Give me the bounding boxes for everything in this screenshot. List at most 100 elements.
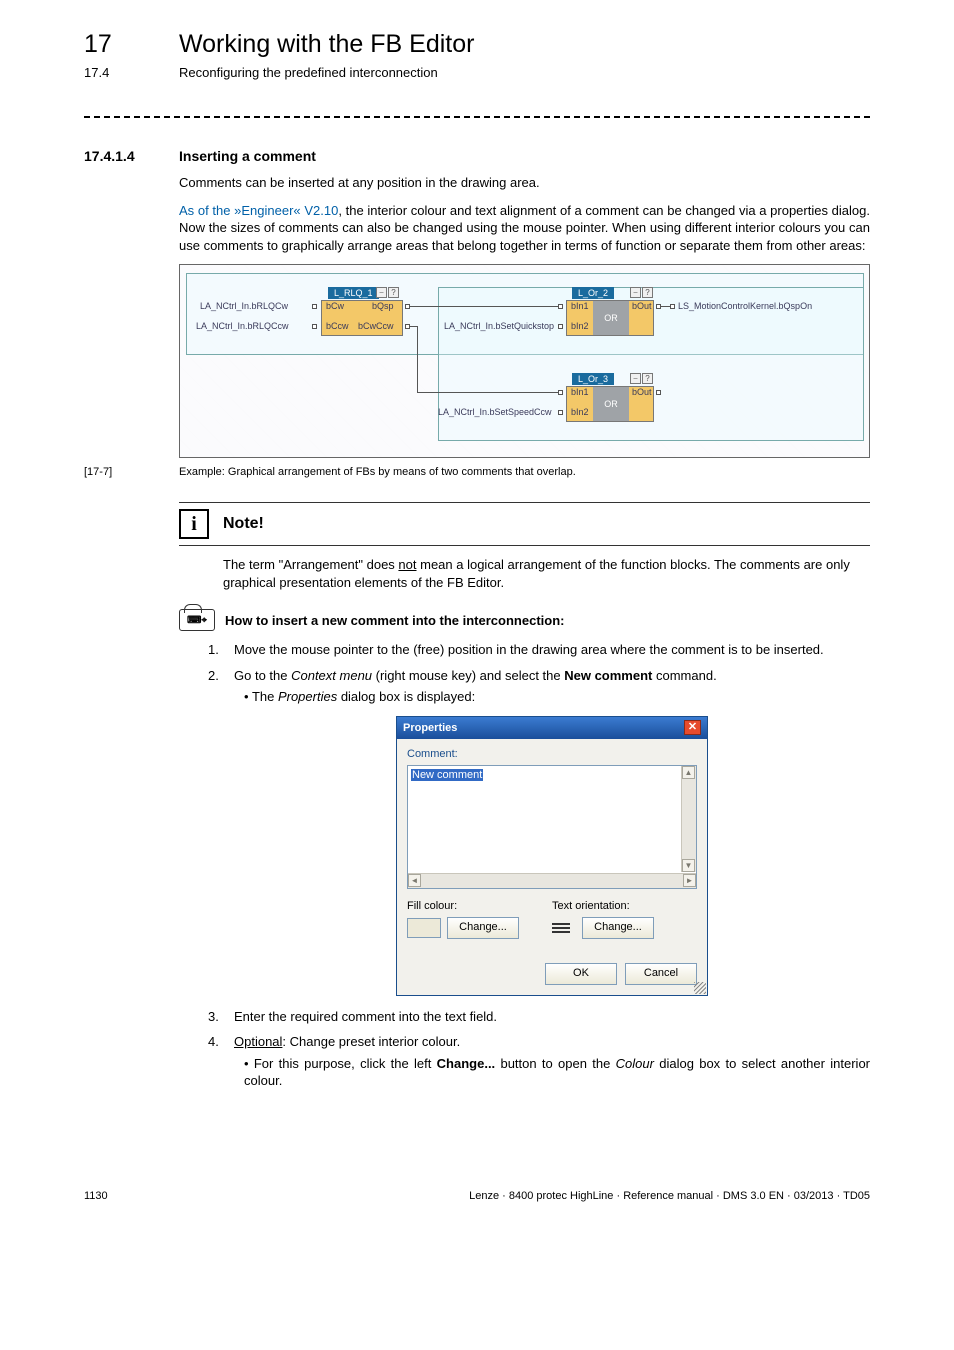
port-label: bCcw	[326, 321, 349, 331]
port-label: bIn1	[571, 301, 589, 311]
or-operator-label: OR	[593, 301, 629, 335]
close-icon[interactable]: ✕	[684, 720, 701, 735]
port-label: bIn2	[571, 407, 589, 417]
section-number: 17.4.1.4	[84, 148, 179, 164]
wire	[417, 392, 558, 393]
change-orientation-button[interactable]: Change...	[582, 917, 654, 939]
version-note: As of the »Engineer« V2.10	[179, 203, 338, 218]
step-text-bold: Change...	[437, 1056, 496, 1071]
fb-or2-icons: ⎯ ?	[630, 287, 666, 300]
step-text-italic: Context menu	[291, 668, 372, 683]
port-label: bIn2	[571, 321, 589, 331]
fb-icon: ⎯	[630, 287, 641, 298]
comment-textarea[interactable]: New comment	[407, 765, 697, 889]
fill-colour-label: Fill colour:	[407, 899, 552, 914]
page-number: 1130	[84, 1190, 108, 1202]
step-3: Enter the required comment into the text…	[234, 1008, 870, 1026]
figure-caption-text: Example: Graphical arrangement of FBs by…	[179, 466, 576, 478]
port-label: bOut	[632, 387, 652, 397]
divider	[84, 116, 870, 118]
textarea-selection: New comment	[411, 769, 483, 781]
step-2-sub: The Properties dialog box is displayed:	[244, 688, 870, 706]
comment-label: Comment:	[407, 747, 697, 762]
step-text-italic: Properties	[278, 689, 337, 704]
subchapter-number: 17.4	[84, 65, 179, 80]
signal-label: LA_NCtrl_In.bRLQCw	[200, 301, 288, 311]
scroll-right-icon[interactable]: ►	[683, 874, 696, 887]
signal-label: LA_NCtrl_In.bRLQCcw	[196, 321, 289, 331]
chapter-number: 17	[84, 30, 179, 59]
wire	[410, 306, 558, 307]
ok-button[interactable]: OK	[545, 963, 617, 985]
wire	[417, 326, 418, 392]
mouse-icon: ⌨⌖	[179, 609, 215, 631]
step-text: button to open the	[495, 1056, 615, 1071]
fb-rlq-icons: ⎯ ?	[376, 287, 412, 300]
step-text: For this purpose, click the left	[254, 1056, 437, 1071]
pin	[558, 324, 563, 329]
pin	[558, 390, 563, 395]
step-2: Go to the Context menu (right mouse key)…	[234, 667, 870, 996]
pin	[656, 390, 661, 395]
step-1: Move the mouse pointer to the (free) pos…	[234, 641, 870, 659]
step-4-sub: For this purpose, click the left Change.…	[244, 1055, 870, 1090]
step-text-italic: Colour	[616, 1056, 654, 1071]
or-operator-label: OR	[593, 387, 629, 421]
note-text: The term "Arrangement" does	[223, 557, 398, 572]
fb-icon: ⎯	[630, 373, 641, 384]
chapter-title: Working with the FB Editor	[179, 30, 474, 59]
step-text: : Change preset interior colour.	[282, 1034, 460, 1049]
fb-icon: ?	[642, 287, 653, 298]
step-text-bold: New comment	[564, 668, 652, 683]
scrollbar-vertical[interactable]: ▲ ▼	[681, 766, 696, 872]
fb-rlq-title: L_RLQ_1	[328, 287, 379, 299]
fb-or2-title: L_Or_2	[572, 287, 614, 299]
step-text: command.	[652, 668, 716, 683]
fb-or3-title: L_Or_3	[572, 373, 614, 385]
pin	[312, 304, 317, 309]
text-orientation-label: Text orientation:	[552, 899, 697, 914]
text-align-icon	[552, 920, 570, 936]
figure-caption-number: [17-7]	[84, 466, 179, 478]
port-label: bQsp	[372, 301, 394, 311]
figure-fb-layout: L_RLQ_1 ⎯ ? bCw bCcw bQsp bCwCcw LA_NCtr…	[179, 264, 870, 458]
note-body: The term "Arrangement" does not mean a l…	[223, 556, 870, 591]
step-text: The	[252, 689, 278, 704]
info-icon: i	[179, 509, 209, 539]
fb-icon: ?	[642, 373, 653, 384]
port-label: bIn1	[571, 387, 589, 397]
step-text: Go to the	[234, 668, 291, 683]
properties-dialog: Properties ✕ Comment: New comment ▲	[396, 716, 708, 996]
signal-label: LA_NCtrl_In.bSetSpeedCcw	[438, 407, 552, 417]
section-title: Inserting a comment	[179, 148, 316, 164]
pin	[670, 304, 675, 309]
dialog-titlebar[interactable]: Properties ✕	[397, 717, 707, 739]
fb-icon: ⎯	[376, 287, 387, 298]
fill-colour-swatch	[407, 918, 441, 938]
cancel-button[interactable]: Cancel	[625, 963, 697, 985]
resize-grip[interactable]	[694, 982, 706, 994]
scrollbar-horizontal[interactable]: ◄ ►	[408, 873, 696, 888]
scroll-down-icon[interactable]: ▼	[682, 859, 695, 872]
port-label: bCwCcw	[358, 321, 394, 331]
note-text-underline: not	[398, 557, 416, 572]
signal-label: LA_NCtrl_In.bSetQuickstop	[444, 321, 554, 331]
howto-heading: How to insert a new comment into the int…	[225, 613, 564, 628]
wire	[661, 306, 670, 307]
signal-label: LS_MotionControlKernel.bQspOn	[678, 301, 812, 311]
footer-info: Lenze · 8400 protec HighLine · Reference…	[469, 1190, 870, 1202]
fb-icon: ?	[388, 287, 399, 298]
change-fill-button[interactable]: Change...	[447, 917, 519, 939]
pin	[558, 304, 563, 309]
paragraph-1: Comments can be inserted at any position…	[179, 174, 870, 192]
port-label: bCw	[326, 301, 344, 311]
fb-or3-icons: ⎯ ?	[630, 373, 666, 386]
paragraph-2: As of the »Engineer« V2.10, the interior…	[179, 202, 870, 255]
step-text-underline: Optional	[234, 1034, 282, 1049]
step-text: dialog box is displayed:	[337, 689, 475, 704]
note-title: Note!	[223, 515, 264, 533]
scroll-up-icon[interactable]: ▲	[682, 766, 695, 779]
port-label: bOut	[632, 301, 652, 311]
note-box: i Note! The term "Arrangement" does not …	[179, 502, 870, 591]
scroll-left-icon[interactable]: ◄	[408, 874, 421, 887]
